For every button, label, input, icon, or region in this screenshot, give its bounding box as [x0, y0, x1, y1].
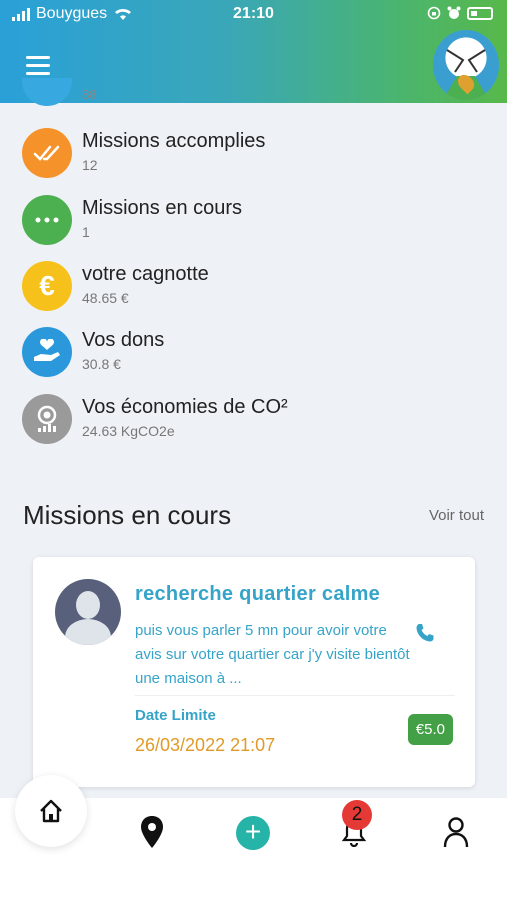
partial-stat-value: 88 — [82, 90, 97, 102]
battery-icon — [467, 6, 493, 20]
profile-icon — [443, 817, 469, 848]
see-all-link[interactable]: Voir tout — [429, 507, 484, 524]
section-title: Missions en cours — [23, 500, 232, 530]
stat-dons[interactable]: Vos dons 30.8 € — [22, 327, 492, 387]
stat-title: Missions accomplies — [82, 130, 266, 152]
stat-value: 12 — [82, 157, 98, 173]
dots-icon — [22, 195, 72, 245]
stat-title: Missions en cours — [82, 197, 243, 219]
mission-title: recherche quartier calme — [135, 583, 381, 605]
stat-value: 1 — [82, 224, 90, 240]
stat-value: 30.8 € — [82, 356, 121, 372]
hamburger-icon[interactable] — [26, 56, 50, 75]
stat-title: Vos dons — [82, 329, 165, 351]
mission-card[interactable]: recherche quartier calme puis vous parle… — [33, 557, 475, 787]
deadline-date: 26/03/2022 21:07 — [135, 735, 276, 755]
co2-icon — [22, 394, 72, 444]
lock-rotation-icon — [427, 6, 441, 20]
nav-map[interactable] — [136, 814, 168, 850]
add-icon[interactable]: + — [236, 816, 270, 850]
phone-icon[interactable] — [413, 621, 437, 645]
stat-title: votre cagnotte — [82, 263, 209, 285]
stat-co2[interactable]: Vos économies de CO² 24.63 KgCO2e — [22, 394, 492, 454]
status-bar: Bouygues 21:10 — [0, 0, 507, 30]
double-check-icon — [22, 128, 72, 178]
card-divider — [135, 695, 455, 696]
stat-value: 24.63 KgCO2e — [82, 423, 175, 439]
deadline-label: Date Limite — [135, 707, 216, 724]
mission-description: puis vous parler 5 mn pour avoir votre a… — [135, 622, 410, 687]
stat-missions-en-cours[interactable]: Missions en cours 1 — [22, 195, 492, 255]
stat-cagnotte[interactable]: € votre cagnotte 48.65 € — [22, 261, 492, 321]
donation-hand-icon — [22, 327, 72, 377]
euro-icon: € — [22, 261, 72, 311]
notification-badge: 2 — [342, 800, 372, 830]
app-header: Bouygues 21:10 — [0, 0, 507, 103]
nav-home[interactable] — [15, 775, 87, 847]
price-badge: €5.0 — [407, 714, 453, 745]
nav-profile[interactable] — [440, 814, 472, 850]
home-icon — [40, 799, 62, 823]
alarm-icon — [447, 6, 461, 19]
map-pin-icon — [141, 816, 163, 848]
app-logo[interactable] — [433, 30, 499, 100]
avatar — [55, 579, 121, 645]
stat-value: 48.65 € — [82, 290, 129, 306]
stat-missions-accomplies[interactable]: Missions accomplies 12 — [22, 128, 492, 188]
stat-title: Vos économies de CO² — [82, 396, 288, 418]
